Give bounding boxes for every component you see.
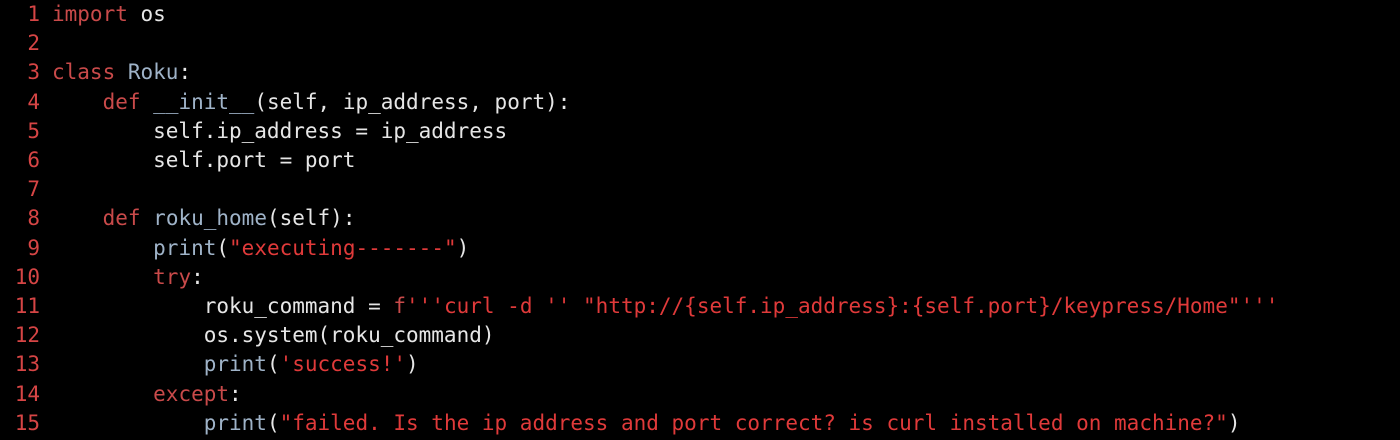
code-token-kw: def	[102, 89, 141, 114]
code-token-str: "failed. Is the ip address and port corr…	[279, 410, 1228, 435]
line-number: 4	[27, 89, 40, 114]
code-token-str: 'success!'	[279, 352, 407, 377]
code-token-plain: self.port = port	[52, 148, 356, 172]
line-number: 12	[14, 323, 40, 348]
code-token-fn: Roku	[127, 60, 179, 85]
line-code: def roku_home(self):	[52, 204, 356, 233]
code-token-kw: class	[52, 60, 116, 85]
line-code: try:	[52, 263, 204, 292]
code-token-plain: (	[216, 235, 230, 260]
code-token-str: "executing-------"	[229, 235, 457, 260]
code-token-kw: def	[102, 206, 141, 231]
code-token-fn: print	[153, 235, 217, 260]
code-token-plain: :	[229, 381, 242, 406]
code-token-plain: )	[1227, 410, 1241, 435]
line-number: 3	[27, 60, 40, 85]
code-token-kw: except	[153, 381, 230, 406]
line-number: 7	[27, 177, 40, 202]
code-token-plain: )	[456, 235, 470, 260]
line-number: 14	[14, 381, 40, 406]
code-token-plain: (	[266, 352, 280, 377]
line-number: 15	[14, 410, 40, 435]
line-number: 1	[27, 2, 40, 26]
line-number: 8	[27, 206, 40, 231]
line-code: import os	[52, 0, 166, 29]
line-number: 6	[27, 148, 40, 172]
code-token-fn: print	[203, 410, 267, 435]
code-token-plain: (	[266, 410, 280, 435]
code-token-fn: print	[203, 352, 267, 377]
code-editor[interactable]: 1 import os 2 3 class Roku: 4 def __init__(se…	[0, 0, 1400, 440]
line-code: os.system(roku_command)	[52, 321, 495, 350]
code-token-plain: )	[406, 352, 419, 377]
line-code: self.ip_address = ip_address	[52, 117, 507, 146]
line-number: 13	[14, 352, 40, 377]
code-token-kw: try	[153, 264, 192, 289]
line-code: print('success!')	[52, 350, 419, 379]
code-token-plain: (self):	[266, 206, 356, 231]
line-number: 2	[27, 31, 40, 56]
code-token-plain: roku_command =	[52, 294, 394, 318]
code-token-kw: import	[52, 2, 128, 26]
line-code: print("executing-------")	[52, 234, 469, 263]
line-code: roku_command = f'''curl -d '' "http://{s…	[52, 292, 1279, 321]
code-token-plain: os	[127, 2, 166, 26]
code-token-plain: :	[178, 60, 192, 85]
line-code: self.port = port	[52, 146, 355, 175]
line-number: 11	[14, 294, 40, 318]
line-number: 9	[27, 235, 40, 260]
code-token-kw: f	[393, 294, 407, 318]
line-number: 10	[14, 264, 40, 289]
code-token-plain: self.ip_address = ip_address	[52, 118, 508, 143]
code-token-plain: :	[191, 264, 204, 289]
line-code: def __init__(self, ip_address, port):	[52, 88, 571, 117]
code-token-str: '''curl -d '' "http://{self.ip_address}:…	[406, 294, 1279, 318]
line-code: print("failed. Is the ip address and por…	[52, 409, 1241, 438]
code-token-fn: roku_home	[153, 206, 267, 231]
line-code: class Roku:	[52, 58, 191, 87]
code-token-fn: __init__	[153, 89, 255, 114]
code-token-plain: os.system(roku_command)	[52, 323, 495, 348]
line-code: except:	[52, 380, 242, 409]
line-number: 5	[27, 118, 40, 143]
code-token-plain: (self, ip_address, port):	[254, 89, 571, 114]
